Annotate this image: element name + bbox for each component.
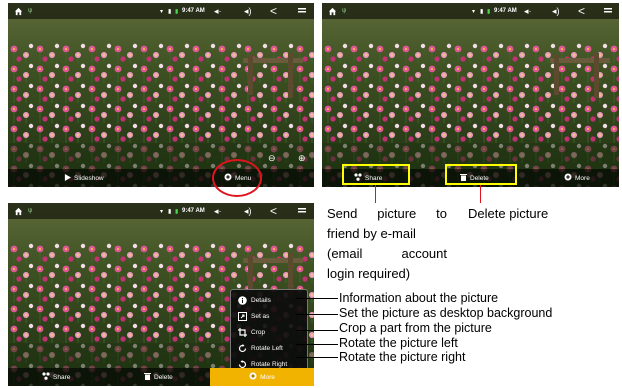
volume-down-icon[interactable]: ◂· — [214, 203, 222, 219]
wifi-icon: ▾ — [472, 8, 476, 15]
share-connector-line — [375, 185, 376, 203]
menu-highlight-circle — [212, 159, 262, 197]
status-bar: ψ ▾ ▮ ▮ 9:47 AM ◂· ◂) < — [322, 3, 619, 19]
callout-details: Information about the picture — [339, 291, 499, 305]
wifi-icon: ▾ — [160, 8, 164, 15]
volume-down-icon[interactable]: ◂· — [524, 3, 532, 19]
battery-icon: ▮ — [487, 8, 491, 15]
battery-icon: ▮ — [175, 8, 179, 15]
callout-line-crop — [296, 330, 338, 331]
screenshot-more-menu: ψ ▾ ▮ ▮ 9:47 AM ◂· ◂) < Details Set as C… — [8, 203, 314, 386]
volume-up-icon[interactable]: ◂) — [244, 3, 252, 19]
share-desc-line: login required) — [327, 266, 411, 281]
more-circle-icon — [564, 173, 572, 183]
wifi-icon: ▾ — [160, 208, 164, 215]
callout-line-set-as — [296, 314, 338, 315]
menu-item-details[interactable]: Details — [231, 292, 307, 308]
signal-icon: ▮ — [168, 208, 172, 215]
callout-set-as: Set the picture as desktop background — [339, 306, 553, 320]
callout-line-rotate-right — [296, 357, 338, 358]
menu-item-label: Rotate Left — [251, 344, 283, 352]
callout-line-rotate-left — [296, 344, 338, 345]
screenshot-menu-open: ψ ▾ ▮ ▮ 9:47 AM ◂· ◂) < Share Delete Mor… — [322, 3, 619, 187]
menu-item-label: Details — [251, 296, 271, 304]
usb-icon: ψ — [28, 8, 33, 14]
status-bar: ψ ▾ ▮ ▮ 9:47 AM ◂· ◂) < — [8, 203, 314, 219]
menu-item-set-as[interactable]: Set as — [231, 308, 307, 324]
share-button[interactable]: Share — [42, 368, 70, 386]
clock: 9:47 AM — [182, 8, 205, 14]
bottom-bar: Share Delete More — [8, 368, 314, 386]
menu-item-label: Crop — [251, 328, 266, 336]
more-label: More — [260, 373, 275, 381]
delete-connector-line — [480, 185, 481, 203]
callout-crop: Crop a part from the picture — [339, 321, 492, 335]
share-desc-line: Send picture to — [327, 206, 447, 221]
status-bar: ψ ▾ ▮ ▮ 9:47 AM ◂· ◂) < — [8, 3, 314, 19]
callout-line-details — [296, 298, 338, 299]
play-icon — [64, 173, 71, 183]
home-icon[interactable] — [14, 203, 23, 219]
share-desc-line: friend by e-mail — [327, 226, 416, 241]
slideshow-button[interactable]: Slideshow — [64, 169, 104, 187]
delete-label: Delete — [154, 373, 173, 381]
delete-highlight-box — [445, 164, 517, 185]
callout-rotate-left: Rotate the picture left — [339, 336, 458, 350]
crop-icon — [237, 327, 247, 337]
callout-rotate-right: Rotate the picture right — [339, 350, 466, 364]
usb-icon: ψ — [342, 8, 347, 14]
more-button[interactable]: More — [564, 169, 590, 187]
trash-icon — [144, 372, 151, 382]
clock: 9:47 AM — [182, 208, 205, 214]
delete-description: Delete picture — [468, 206, 549, 221]
more-circle-icon — [249, 372, 257, 382]
screenshot-gallery-view: ψ ▾ ▮ ▮ 9:47 AM ◂· ◂) < ⊖ ⊕ Slideshow Me… — [8, 3, 314, 187]
menu-icon[interactable] — [604, 3, 612, 19]
menu-item-label: Set as — [251, 312, 270, 320]
more-button-active[interactable]: More — [210, 368, 314, 386]
share-label: Share — [53, 373, 71, 381]
menu-icon[interactable] — [298, 3, 306, 19]
share-desc-line: (email account — [327, 246, 447, 261]
more-label: More — [575, 174, 590, 182]
bottom-bar: Slideshow Menu — [8, 169, 314, 187]
more-options-menu: Details Set as Crop Rotate Left Rotate R… — [230, 289, 308, 373]
menu-item-label: Rotate Right — [251, 360, 288, 368]
signal-icon: ▮ — [168, 8, 172, 15]
menu-item-crop[interactable]: Crop — [231, 324, 307, 340]
info-icon — [237, 295, 247, 305]
volume-up-icon[interactable]: ◂) — [552, 3, 560, 19]
rotate-left-icon — [237, 343, 247, 353]
zoom-in-icon[interactable]: ⊕ — [298, 153, 306, 164]
menu-icon[interactable] — [298, 203, 306, 219]
share-icon — [42, 372, 50, 382]
slideshow-label: Slideshow — [74, 174, 104, 182]
share-description: Send picture to friend by e-mail (email … — [327, 204, 447, 284]
signal-icon: ▮ — [480, 8, 484, 15]
volume-up-icon[interactable]: ◂) — [244, 203, 252, 219]
volume-down-icon[interactable]: ◂· — [214, 3, 222, 19]
battery-icon: ▮ — [175, 208, 179, 215]
delete-button[interactable]: Delete — [144, 368, 173, 386]
set-as-icon — [237, 311, 247, 321]
back-icon[interactable]: < — [270, 203, 277, 219]
back-icon[interactable]: < — [270, 3, 277, 19]
home-icon[interactable] — [14, 3, 23, 19]
menu-item-rotate-left[interactable]: Rotate Left — [231, 340, 307, 356]
clock: 9:47 AM — [494, 8, 517, 14]
share-highlight-box — [342, 164, 410, 185]
home-icon[interactable] — [328, 3, 337, 19]
usb-icon: ψ — [28, 208, 33, 214]
zoom-out-icon[interactable]: ⊖ — [268, 153, 276, 164]
back-icon[interactable]: < — [578, 3, 585, 19]
photo-cosmos-flowers — [322, 3, 619, 187]
